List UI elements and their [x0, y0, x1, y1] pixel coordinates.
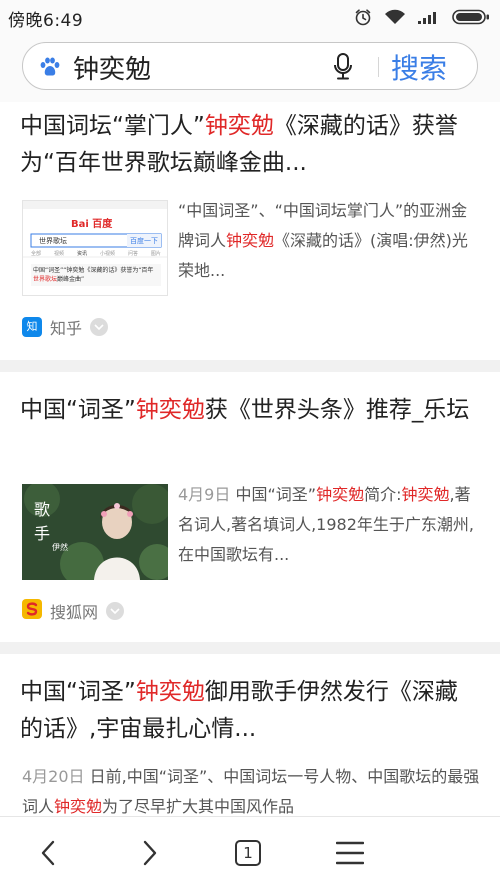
result-date: 4月20日	[22, 767, 85, 786]
status-icons	[354, 8, 490, 26]
thumb-search-button: 百度一下	[130, 237, 158, 245]
search-divider	[378, 57, 379, 77]
sohu-icon	[22, 599, 42, 623]
chevron-down-icon[interactable]	[90, 318, 109, 336]
chevron-down-icon[interactable]	[106, 602, 125, 620]
thumb-caption: 中国“词圣”“钟奕勉《深藏的话》获誉为“百年世界歌坛巅峰金曲”	[33, 267, 154, 283]
search-results[interactable]: 中国词坛“掌门人”钟奕勉《深藏的话》获誉为“百年世界歌坛巅峰金曲... Bai …	[0, 102, 500, 816]
result-source[interactable]: 搜狐网	[22, 599, 125, 623]
result-card[interactable]: 中国词坛“掌门人”钟奕勉《深藏的话》获誉为“百年世界歌坛巅峰金曲... Bai …	[0, 102, 500, 360]
result-snippet: 4月9日 中国“词圣”钟奕勉简介:钟奕勉,著名词人,著名填词人,1982年生于广…	[178, 485, 474, 564]
result-source[interactable]: 知 知乎	[22, 316, 109, 338]
search-box[interactable]: 搜索	[22, 42, 478, 90]
tabs-button[interactable]: 1	[228, 835, 272, 871]
microphone-icon[interactable]	[333, 53, 353, 85]
battery-icon	[452, 9, 490, 25]
chevron-right-icon[interactable]	[128, 835, 172, 871]
thumb-vertical-text: 歌	[34, 500, 51, 519]
result-thumbnail[interactable]: 歌 手 伊然	[22, 484, 168, 580]
thumb-search-text: 世界歌坛	[39, 237, 67, 245]
signal-icon	[418, 10, 440, 24]
source-name: 搜狐网	[50, 603, 99, 622]
thumb-logo: Bai 百度	[71, 219, 113, 230]
wifi-icon	[384, 9, 406, 25]
status-time: 傍晚6:49	[8, 11, 84, 31]
result-card[interactable]: 中国“词圣”钟奕勉御用歌手伊然发行《深藏的话》,宇宙最扎心情... 4月20日 …	[0, 654, 500, 816]
thumb-vertical-text: 伊然	[52, 543, 68, 552]
result-snippet: 4月20日 日前,中国“词圣”、中国词坛一号人物、中国歌坛的最强词人钟奕勉为了尽…	[22, 767, 480, 816]
thumb-tabs: 全部 视频 资讯 小视频 问答 图片	[31, 251, 161, 257]
hamburger-menu-icon[interactable]	[328, 835, 372, 871]
zhihu-icon: 知	[22, 317, 42, 337]
source-name: 知乎	[50, 319, 83, 338]
browser-screen: 傍晚6:49 钟奕勉 搜索 中国词坛“掌门人”钟奕勉《深藏的话》获誉为“百年世界…	[0, 0, 500, 889]
result-card[interactable]: 中国“词圣”钟奕勉获《世界头条》推荐_乐坛 歌 手 伊然 4月9日 中国“词圣”…	[0, 372, 500, 642]
search-input[interactable]	[73, 49, 333, 85]
result-date: 4月9日	[178, 485, 231, 504]
search-header: 搜索	[0, 34, 500, 102]
result-title[interactable]: 中国“词圣”钟奕勉获《世界头条》推荐_乐坛	[20, 392, 480, 429]
result-snippet: “中国词圣”、“中国词坛掌门人”的亚洲金牌词人钟奕勉《深藏的话》(演唱:伊然)光…	[178, 201, 468, 280]
result-title[interactable]: 中国词坛“掌门人”钟奕勉《深藏的话》获誉为“百年世界歌坛巅峰金曲...	[20, 108, 480, 182]
result-title[interactable]: 中国“词圣”钟奕勉御用歌手伊然发行《深藏的话》,宇宙最扎心情...	[20, 674, 480, 748]
alarm-icon	[354, 8, 372, 26]
chevron-left-icon[interactable]	[26, 835, 70, 871]
thumb-vertical-text: 手	[34, 524, 51, 543]
bottom-navigation: 1	[0, 816, 500, 889]
tab-count: 1	[235, 840, 261, 866]
status-bar: 傍晚6:49	[0, 0, 500, 34]
search-button[interactable]: 搜索	[391, 47, 471, 85]
result-thumbnail[interactable]: Bai 百度 世界歌坛 百度一下 全部 视频 资讯 小视频 问答 图片 中国“词…	[22, 200, 168, 296]
baidu-paw-icon	[39, 57, 61, 81]
